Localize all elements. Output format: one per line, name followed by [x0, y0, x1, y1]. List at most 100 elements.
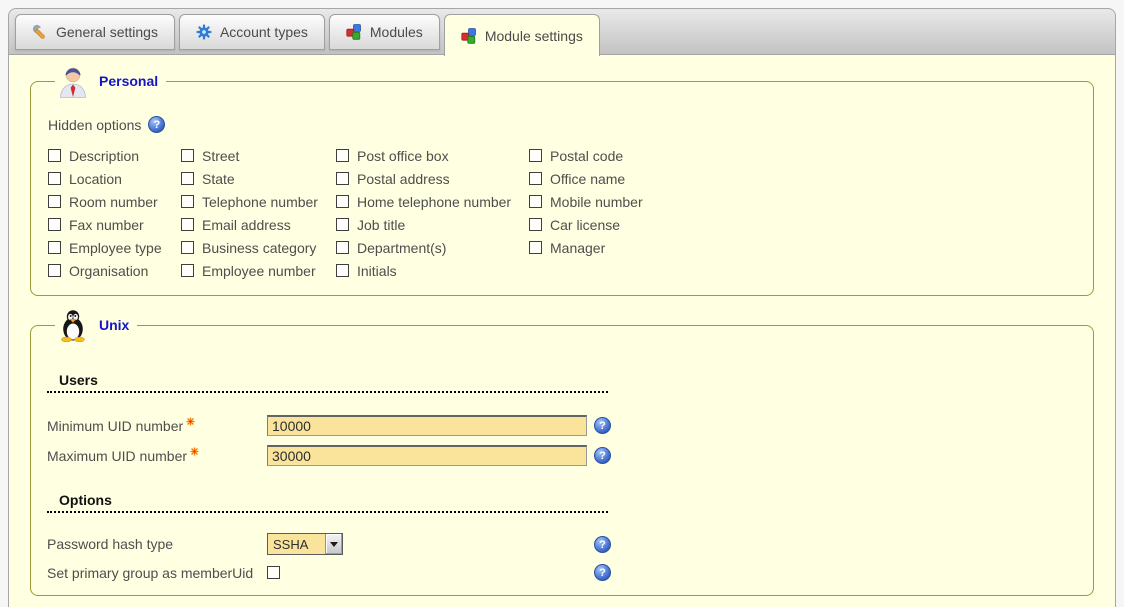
tab-label: Account types	[220, 24, 308, 40]
hidden-option-label: Fax number	[69, 217, 144, 233]
configuration-tabs-widget: General settings Account types	[8, 8, 1116, 607]
max-uid-label: Maximum UID number	[47, 448, 267, 464]
hidden-option-label: Employee type	[69, 240, 162, 256]
hidden-option-label: Postal code	[550, 148, 623, 164]
hidden-option-job-title[interactable]: Job title	[336, 217, 405, 233]
help-icon[interactable]: ?	[148, 116, 165, 133]
hidden-option-home-telephone-number[interactable]: Home telephone number	[336, 194, 511, 210]
checkbox-icon[interactable]	[181, 218, 194, 231]
hidden-option-label: Street	[202, 148, 239, 164]
required-icon	[190, 447, 199, 456]
hidden-option-telephone-number[interactable]: Telephone number	[181, 194, 318, 210]
hidden-option-label: Job title	[357, 217, 405, 233]
hidden-option-description[interactable]: Description	[48, 148, 139, 164]
member-uid-label: Set primary group as memberUid	[47, 565, 267, 581]
hidden-option-organisation[interactable]: Organisation	[48, 263, 148, 279]
hidden-option-car-license[interactable]: Car license	[529, 217, 620, 233]
checkbox-icon[interactable]	[529, 241, 542, 254]
hidden-option-label: Telephone number	[202, 194, 318, 210]
module-settings-panel: Personal Hidden options ? DescriptionStr…	[8, 55, 1116, 607]
required-icon	[186, 417, 195, 426]
hidden-option-label: Room number	[69, 194, 158, 210]
hidden-option-fax-number[interactable]: Fax number	[48, 217, 144, 233]
member-uid-checkbox[interactable]	[267, 566, 280, 579]
tab-bar: General settings Account types	[8, 8, 1116, 55]
hidden-option-label: Home telephone number	[357, 194, 511, 210]
tab-account-types[interactable]: Account types	[179, 14, 325, 50]
hidden-option-street[interactable]: Street	[181, 148, 239, 164]
tab-modules[interactable]: Modules	[329, 14, 440, 50]
min-uid-label: Minimum UID number	[47, 418, 267, 434]
checkbox-icon[interactable]	[181, 149, 194, 162]
person-icon	[57, 64, 89, 98]
hidden-options-grid-row: Location State Postal address Office name	[48, 168, 643, 191]
checkbox-icon[interactable]	[336, 218, 349, 231]
hidden-option-office-name[interactable]: Office name	[529, 171, 625, 187]
checkbox-icon[interactable]	[48, 149, 61, 162]
hidden-option-postal-address[interactable]: Postal address	[336, 171, 450, 187]
checkbox-icon[interactable]	[181, 264, 194, 277]
checkbox-icon[interactable]	[529, 172, 542, 185]
tab-label: Modules	[370, 24, 423, 40]
hidden-option-label: State	[202, 171, 235, 187]
password-hash-row: Password hash type SSHA ?	[47, 533, 1077, 555]
checkbox-icon[interactable]	[336, 149, 349, 162]
checkbox-icon[interactable]	[48, 195, 61, 208]
checkbox-icon[interactable]	[529, 218, 542, 231]
tab-module-settings[interactable]: Module settings	[444, 14, 600, 56]
hidden-option-employee-type[interactable]: Employee type	[48, 240, 162, 256]
hidden-option-post-office-box[interactable]: Post office box	[336, 148, 449, 164]
hidden-option-email-address[interactable]: Email address	[181, 217, 291, 233]
checkbox-icon[interactable]	[181, 195, 194, 208]
checkbox-icon[interactable]	[181, 172, 194, 185]
hidden-option-mobile-number[interactable]: Mobile number	[529, 194, 643, 210]
checkbox-icon[interactable]	[529, 195, 542, 208]
help-icon[interactable]: ?	[594, 417, 611, 434]
options-section-heading: Options	[47, 492, 608, 513]
hidden-option-label: Initials	[357, 263, 397, 279]
min-uid-input[interactable]	[267, 415, 587, 436]
blocks-icon	[346, 24, 362, 40]
checkbox-icon[interactable]	[48, 218, 61, 231]
hidden-option-state[interactable]: State	[181, 171, 235, 187]
hidden-option-manager[interactable]: Manager	[529, 240, 605, 256]
personal-legend: Personal	[55, 64, 166, 98]
hidden-options-grid-row: Organisation Employee number Initials	[48, 260, 643, 283]
checkbox-icon[interactable]	[336, 241, 349, 254]
tab-label: Module settings	[485, 28, 583, 44]
checkbox-icon[interactable]	[48, 172, 61, 185]
hidden-option-label: Post office box	[357, 148, 449, 164]
help-icon[interactable]: ?	[594, 564, 611, 581]
max-uid-input[interactable]	[267, 445, 587, 466]
hidden-option-room-number[interactable]: Room number	[48, 194, 158, 210]
help-icon[interactable]: ?	[594, 536, 611, 553]
max-uid-row: Maximum UID number ?	[47, 445, 1077, 466]
password-hash-select[interactable]: SSHA	[267, 533, 343, 555]
users-section-heading: Users	[47, 372, 608, 393]
checkbox-icon[interactable]	[48, 264, 61, 277]
checkbox-icon[interactable]	[181, 241, 194, 254]
checkbox-icon[interactable]	[336, 172, 349, 185]
hidden-option-business-category[interactable]: Business category	[181, 240, 316, 256]
min-uid-row: Minimum UID number ?	[47, 415, 1077, 436]
checkbox-icon[interactable]	[336, 195, 349, 208]
checkbox-icon[interactable]	[48, 241, 61, 254]
help-icon[interactable]: ?	[594, 447, 611, 464]
hidden-option-label: Location	[69, 171, 122, 187]
hidden-option-postal-code[interactable]: Postal code	[529, 148, 623, 164]
unix-legend-label: Unix	[99, 317, 129, 333]
hidden-option-department-s-[interactable]: Department(s)	[336, 240, 446, 256]
tab-general-settings[interactable]: General settings	[15, 14, 175, 50]
checkbox-icon[interactable]	[336, 264, 349, 277]
hidden-option-location[interactable]: Location	[48, 171, 122, 187]
checkbox-icon[interactable]	[529, 149, 542, 162]
tux-penguin-icon	[57, 308, 89, 342]
hidden-option-label: Mobile number	[550, 194, 643, 210]
hidden-option-employee-number[interactable]: Employee number	[181, 263, 316, 279]
hidden-option-label: Department(s)	[357, 240, 446, 256]
unix-fieldset: Unix Users Minimum UID number ?	[30, 308, 1094, 596]
hidden-option-label: Car license	[550, 217, 620, 233]
hidden-options-grid-row: Room number Telephone number Home telephon…	[48, 191, 643, 214]
select-dropdown-button[interactable]	[325, 534, 342, 554]
hidden-option-initials[interactable]: Initials	[336, 263, 397, 279]
